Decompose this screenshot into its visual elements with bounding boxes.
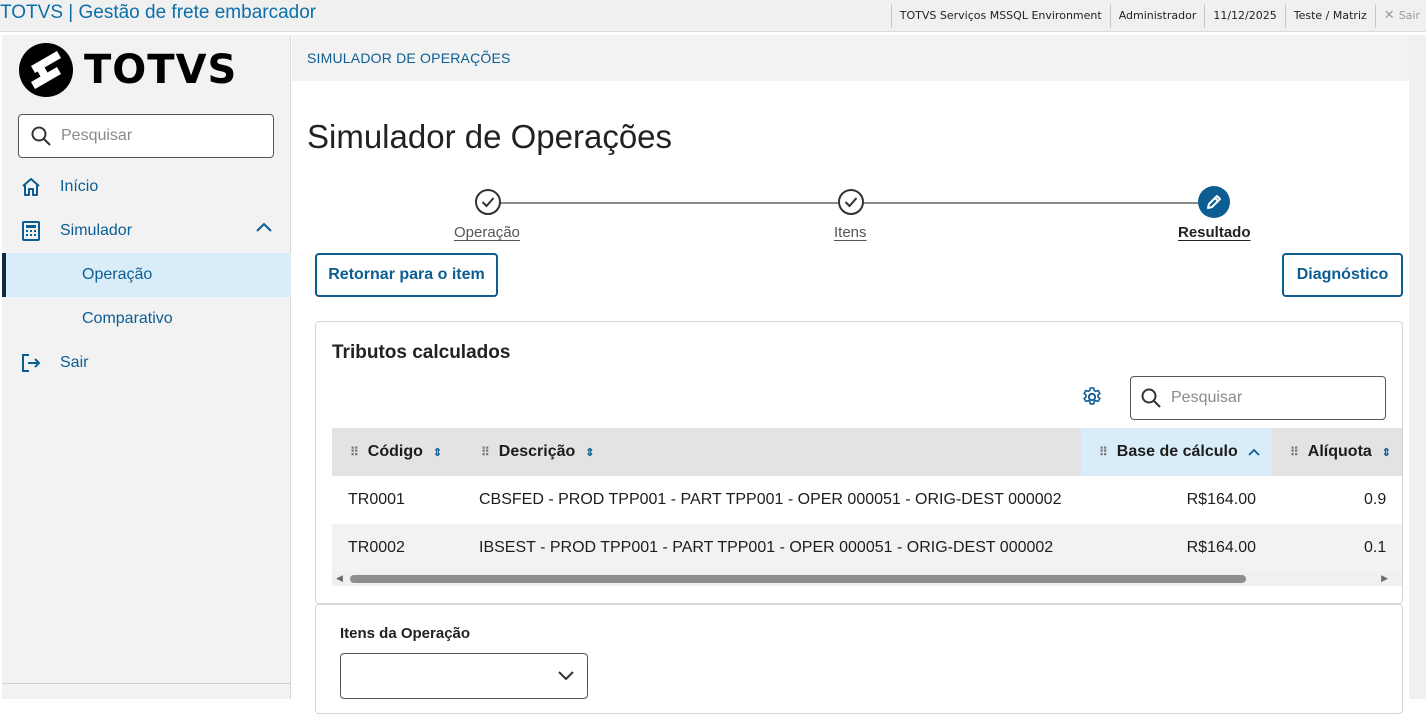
drag-handle-icon[interactable]: ⠿ [1099, 445, 1108, 459]
sidebar-item-inicio[interactable]: Início [2, 165, 291, 209]
sidebar-search[interactable] [18, 114, 274, 158]
table-search-input[interactable] [1171, 389, 1351, 407]
calculator-icon [20, 220, 42, 242]
cell-aliquota: 0.1 [1364, 539, 1387, 556]
column-header-codigo[interactable]: ⠿ Código ⇕ [332, 428, 463, 476]
drag-handle-icon[interactable]: ⠿ [1290, 445, 1299, 459]
gear-icon[interactable] [1081, 386, 1103, 408]
stepper-connector [863, 202, 1198, 204]
exit-button[interactable]: ✕ Sair [1374, 4, 1426, 28]
chevron-up-icon [256, 222, 272, 232]
horizontal-scrollbar[interactable]: ◀ ▶ [332, 572, 1402, 586]
items-title: Itens da Operação [340, 625, 471, 642]
sidebar-item-label: Comparativo [82, 310, 173, 327]
sidebar-item-sair[interactable]: Sair [2, 341, 291, 385]
column-header-descricao[interactable]: ⠿ Descrição ⇕ [463, 428, 1081, 476]
scrollbar-thumb[interactable] [350, 575, 1246, 583]
chevron-down-icon [558, 671, 574, 681]
sidebar-item-operacao[interactable]: Operação [2, 253, 291, 297]
app-title: TOTVS | Gestão de frete embarcador [0, 2, 317, 23]
taxes-card: Tributos calculados ⠿Código⇕ ⠿Descrição⇕… [315, 321, 1403, 604]
environment-label: TOTVS Serviços MSSQL Environment [890, 4, 1110, 28]
scroll-left-icon[interactable]: ◀ [336, 573, 343, 584]
page-title: Simulador de Operações [307, 118, 673, 155]
step-resultado-indicator[interactable] [1198, 186, 1230, 218]
sidebar-footer-divider [2, 683, 291, 684]
table-row[interactable]: TR0002 IBSEST - PROD TPP001 - PART TPP00… [332, 524, 1402, 572]
sidebar-item-simulador[interactable]: Simulador [2, 209, 291, 253]
items-card: Itens da Operação [315, 604, 1403, 714]
exit-label: Sair [1398, 9, 1420, 22]
branch-label[interactable]: Teste / Matriz [1284, 4, 1375, 28]
column-header-aliquota[interactable]: ⠿ Alíquota ⇕ [1272, 428, 1402, 476]
taxes-title: Tributos calculados [332, 342, 511, 363]
back-to-item-button[interactable]: Retornar para o item [315, 253, 498, 297]
logo-text: TOTVS [84, 47, 238, 93]
step-operacao-indicator[interactable] [475, 189, 501, 215]
check-icon [844, 197, 858, 208]
diagnostic-button[interactable]: Diagnóstico [1282, 253, 1403, 297]
scroll-right-icon[interactable]: ▶ [1381, 573, 1388, 584]
top-bar: TOTVS | Gestão de frete embarcador TOTVS… [0, 0, 1426, 32]
session-info: TOTVS Serviços MSSQL Environment Adminis… [890, 4, 1426, 28]
sort-ascending-icon [1248, 448, 1260, 456]
step-label-itens[interactable]: Itens [834, 224, 867, 241]
date-label: 11/12/2025 [1204, 4, 1284, 28]
close-icon: ✕ [1383, 8, 1395, 23]
cell-base-calculo: R$164.00 [1186, 539, 1256, 556]
column-header-base-calculo[interactable]: ⠿ Base de cálculo [1081, 428, 1272, 476]
table-row[interactable]: TR0001 CBSFED - PROD TPP001 - PART TPP00… [332, 476, 1402, 524]
step-label-resultado[interactable]: Resultado [1178, 224, 1251, 241]
sort-icon: ⇕ [1381, 446, 1392, 459]
drag-handle-icon[interactable]: ⠿ [481, 445, 490, 459]
logout-icon [20, 352, 42, 374]
sidebar-item-label: Simulador [60, 222, 133, 239]
sidebar-search-input[interactable] [61, 127, 241, 145]
totvs-logo-icon [19, 43, 73, 97]
check-icon [481, 197, 495, 208]
items-select[interactable] [340, 653, 588, 699]
step-itens-indicator[interactable] [838, 189, 864, 215]
cell-descricao: CBSFED - PROD TPP001 - PART TPP001 - OPE… [479, 491, 1062, 508]
cell-codigo: TR0001 [348, 491, 405, 508]
cell-descricao: IBSEST - PROD TPP001 - PART TPP001 - OPE… [479, 539, 1054, 556]
home-icon [20, 176, 42, 198]
sort-icon: ⇕ [432, 446, 443, 459]
sidebar-item-label: Operação [82, 266, 153, 283]
sort-icon: ⇕ [585, 446, 595, 459]
user-label: Administrador [1109, 4, 1205, 28]
sidebar-item-label: Início [60, 178, 99, 195]
cell-codigo: TR0002 [348, 539, 405, 556]
stepper-connector [500, 202, 838, 204]
sidebar: TOTVS Início Simulador Operação Comparat… [2, 35, 291, 699]
cell-aliquota: 0.9 [1364, 491, 1387, 508]
pencil-icon [1207, 195, 1221, 209]
drag-handle-icon[interactable]: ⠿ [350, 445, 359, 459]
table-header: ⠿ Código ⇕ ⠿ Descrição ⇕ ⠿ Base de cálculo ⠿ A… [332, 428, 1402, 476]
sidebar-item-label: Sair [60, 354, 89, 371]
table-search[interactable] [1130, 376, 1386, 420]
vertical-scrollbar[interactable] [1409, 35, 1426, 699]
totvs-logo: TOTVS [18, 42, 237, 98]
search-icon [31, 126, 51, 146]
breadcrumb[interactable]: SIMULADOR DE OPERAÇÕES [307, 50, 511, 66]
sidebar-item-comparativo[interactable]: Comparativo [2, 297, 291, 341]
search-icon [1141, 388, 1161, 408]
step-label-operacao[interactable]: Operação [454, 224, 520, 241]
breadcrumb-bar: SIMULADOR DE OPERAÇÕES [292, 35, 1426, 81]
cell-base-calculo: R$164.00 [1186, 491, 1256, 508]
